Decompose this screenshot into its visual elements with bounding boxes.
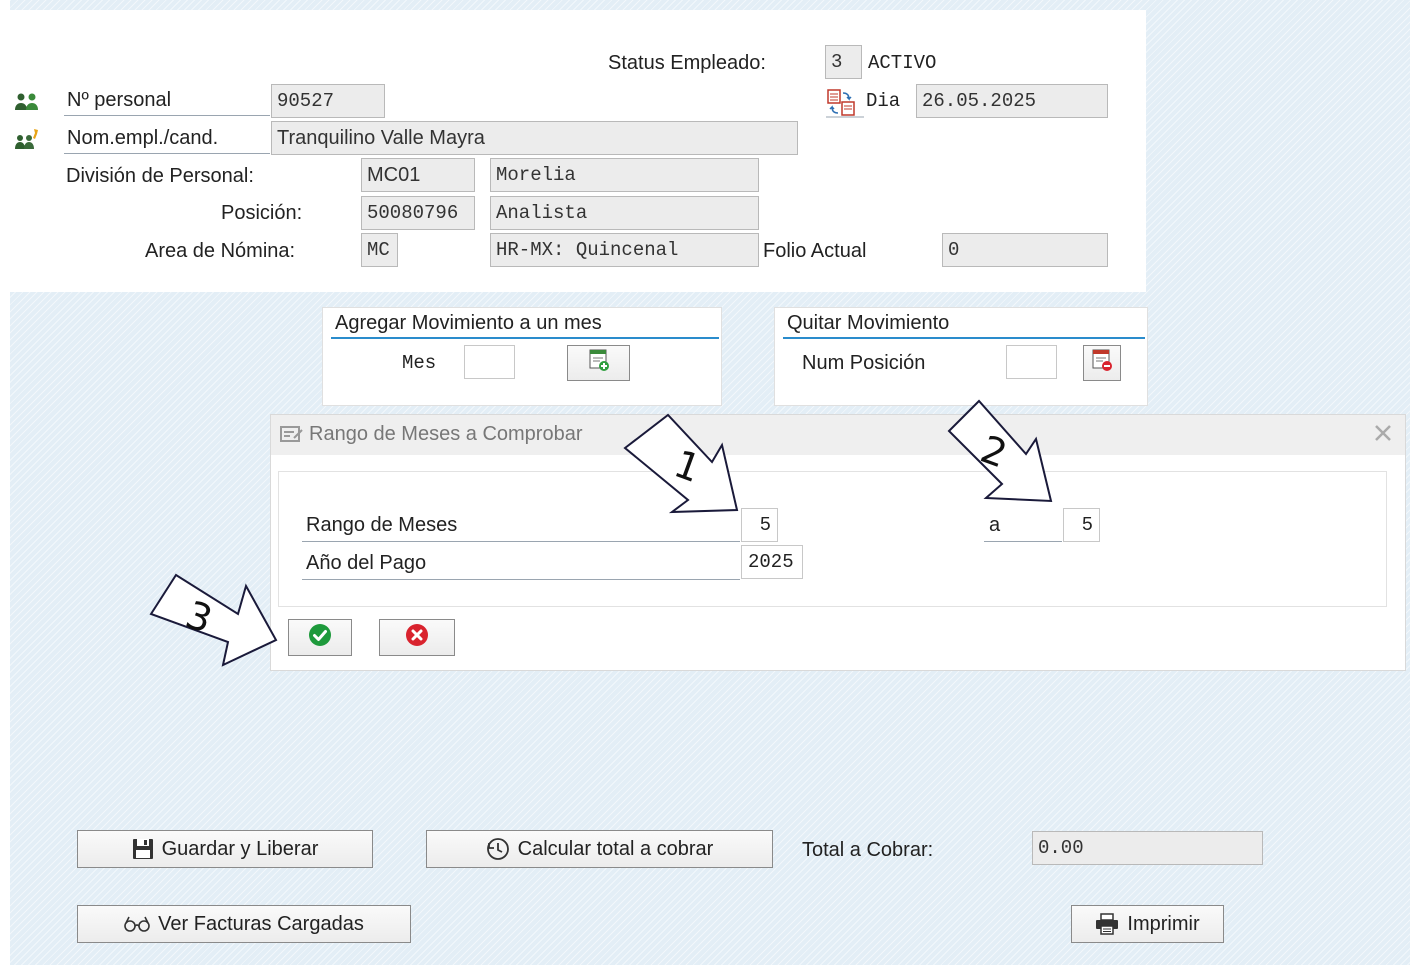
rango-to-input[interactable]: 5 xyxy=(1063,508,1100,542)
imprimir-button[interactable]: Imprimir xyxy=(1071,905,1224,943)
anio-input[interactable]: 2025 xyxy=(741,545,803,579)
folio-label: Folio Actual xyxy=(763,240,867,262)
add-movement-button[interactable] xyxy=(567,345,630,381)
posicion-label: Posición: xyxy=(221,202,303,224)
posicion-code-field: 50080796 xyxy=(361,196,475,230)
imprimir-label: Imprimir xyxy=(1127,912,1200,935)
total-cobrar-field: 0.00 xyxy=(1032,831,1263,865)
rango-label: Rango de Meses xyxy=(306,514,458,536)
cancel-button[interactable] xyxy=(379,619,455,656)
nombre-label: Nom.empl./cand. xyxy=(67,127,219,149)
area-text-field: HR-MX: Quincenal xyxy=(490,233,759,267)
dia-label: Dia xyxy=(866,90,901,112)
status-text: ACTIVO xyxy=(868,52,937,74)
check-icon xyxy=(308,623,332,653)
total-cobrar-label: Total a Cobrar: xyxy=(802,839,934,861)
a-label: a xyxy=(989,514,1001,536)
save-icon xyxy=(132,838,154,860)
guardar-liberar-button[interactable]: Guardar y Liberar xyxy=(77,830,373,868)
dia-field: 26.05.2025 xyxy=(916,84,1108,118)
area-label: Area de Nómina: xyxy=(145,240,296,262)
folio-field: 0 xyxy=(942,233,1108,267)
calendar-switch-icon[interactable] xyxy=(826,88,864,124)
nombre-label-row: Nom.empl./cand. xyxy=(64,127,270,154)
dialog-title: Rango de Meses a Comprobar xyxy=(309,423,583,445)
division-label: División de Personal: xyxy=(66,165,254,187)
mes-input[interactable] xyxy=(464,345,515,379)
ver-facturas-label: Ver Facturas Cargadas xyxy=(158,912,364,935)
employees-icon xyxy=(14,92,40,118)
area-code-field: MC xyxy=(361,233,398,267)
confirm-button[interactable] xyxy=(288,619,352,656)
annotation-arrow-1: 1 xyxy=(623,413,739,514)
dialog-title-bar: Rango de Meses a Comprobar xyxy=(271,415,1405,455)
posicion-text-field: Analista xyxy=(490,196,759,230)
a-label-row: a xyxy=(984,514,1062,542)
annotation-arrow-3: 3 xyxy=(149,573,278,667)
remove-document-icon xyxy=(1091,348,1113,378)
remove-movement-button[interactable] xyxy=(1083,345,1121,381)
agregar-title: Agregar Movimiento a un mes xyxy=(331,312,719,339)
nombre-field: Tranquilino Valle Mayra xyxy=(271,121,798,155)
close-icon[interactable] xyxy=(1373,423,1393,449)
personal-label-row: Nº personal xyxy=(64,89,270,116)
quitar-title: Quitar Movimiento xyxy=(783,312,1145,339)
cancel-icon xyxy=(405,623,429,653)
anio-label-row: Año del Pago xyxy=(302,552,740,580)
calcular-total-button[interactable]: Calcular total a cobrar xyxy=(426,830,773,868)
personal-number-field: 90527 xyxy=(271,84,385,118)
agregar-group: Agregar Movimiento a un mes xyxy=(322,307,722,406)
dialog-title-icon xyxy=(280,424,304,450)
calcular-total-label: Calcular total a cobrar xyxy=(517,837,714,860)
annotation-arrow-2: 2 xyxy=(947,399,1053,503)
num-posicion-input[interactable] xyxy=(1006,345,1057,379)
candidate-icon xyxy=(14,128,40,156)
glasses-icon xyxy=(124,915,150,933)
guardar-liberar-label: Guardar y Liberar xyxy=(161,837,319,860)
anio-label: Año del Pago xyxy=(306,552,427,574)
division-code-field: MC01 xyxy=(361,158,475,192)
division-text-field: Morelia xyxy=(490,158,759,192)
calculate-icon xyxy=(486,837,510,861)
mes-label: Mes xyxy=(402,352,437,374)
status-label: Status Empleado: xyxy=(608,52,766,74)
printer-icon xyxy=(1095,913,1119,935)
num-posicion-label: Num Posición xyxy=(802,352,926,374)
ver-facturas-button[interactable]: Ver Facturas Cargadas xyxy=(77,905,411,943)
personal-label: Nº personal xyxy=(67,89,172,111)
add-document-icon xyxy=(588,348,610,378)
status-code-field: 3 xyxy=(825,45,862,79)
